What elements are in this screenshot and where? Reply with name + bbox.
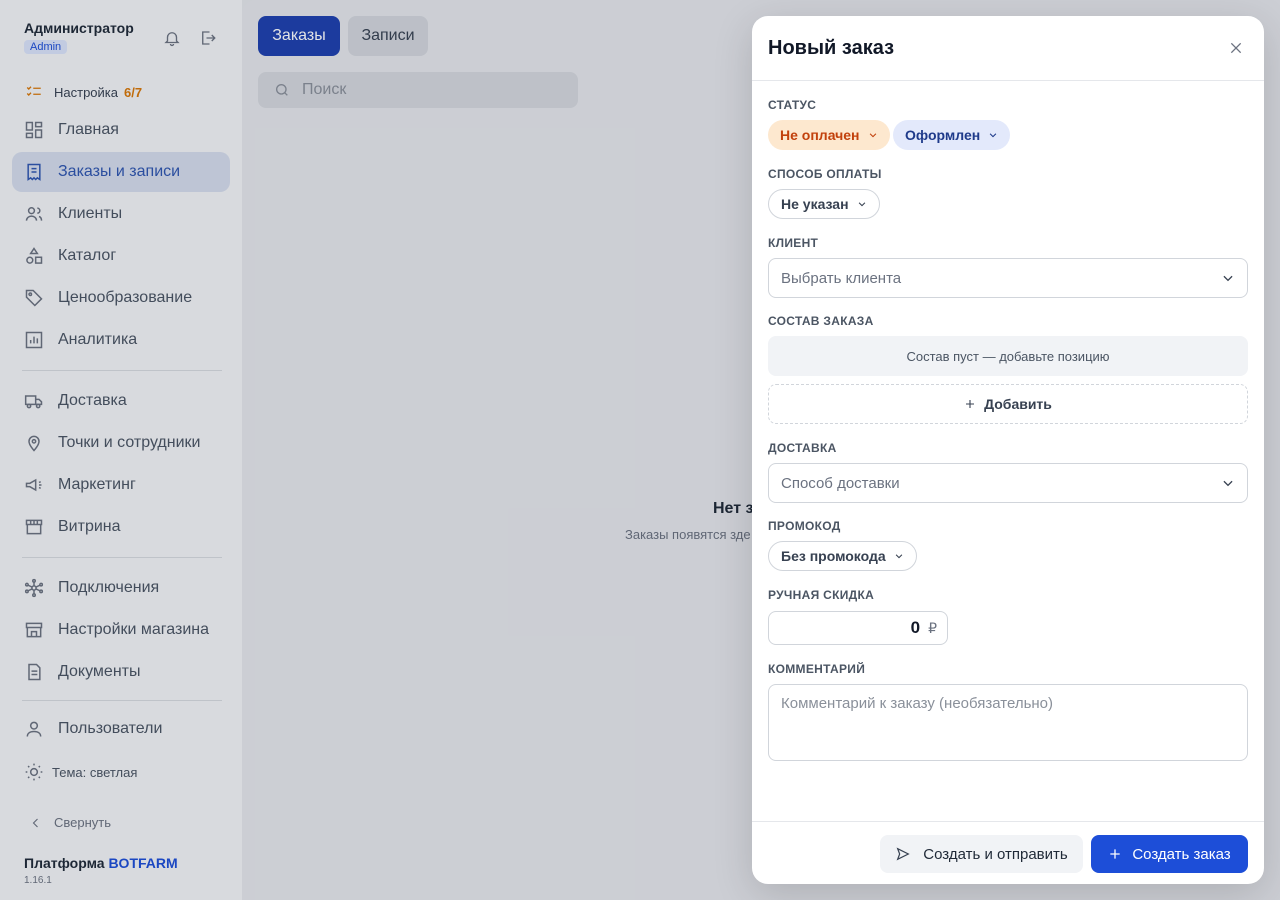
- discount-label: РУЧНАЯ СКИДКА: [768, 588, 875, 602]
- status-label: СТАТУС: [768, 98, 817, 112]
- create-order-label: Создать заказ: [1132, 845, 1231, 863]
- send-icon: [896, 847, 910, 861]
- close-button[interactable]: [1224, 36, 1248, 60]
- plus-icon: [1110, 849, 1120, 859]
- payment-method-dropdown[interactable]: Не указан: [768, 189, 880, 219]
- delivery-placeholder: Способ доставки: [781, 474, 900, 492]
- create-and-send-label: Создать и отправить: [923, 845, 1068, 863]
- comment-placeholder: Комментарий к заказу (необязательно): [781, 695, 1054, 712]
- order-status-dropdown[interactable]: Оформлен: [893, 120, 1011, 150]
- chevron-down-icon: [858, 202, 865, 207]
- discount-value: 0: [910, 618, 921, 637]
- order-items-empty: Состав пуст — добавьте позицию: [768, 336, 1248, 376]
- promo-label: ПРОМОКОД: [768, 519, 841, 533]
- comment-label: КОММЕНТАРИЙ: [768, 662, 866, 676]
- currency-symbol: ₽: [928, 619, 937, 636]
- payment-method-label: СПОСОБ ОПЛАТЫ: [768, 167, 882, 181]
- payment-status-dropdown[interactable]: Не оплачен: [768, 120, 890, 150]
- chevron-down-icon: [895, 554, 902, 559]
- client-label: КЛИЕНТ: [768, 236, 819, 250]
- promo-value: Без промокода: [781, 548, 886, 564]
- create-and-send-button[interactable]: Создать и отправить: [880, 835, 1083, 873]
- order-items-label: СОСТАВ ЗАКАЗА: [768, 314, 874, 328]
- order-status-value: Оформлен: [905, 127, 981, 143]
- chevron-down-icon: [989, 133, 997, 138]
- modal-title: Новый заказ: [768, 36, 895, 59]
- create-order-button[interactable]: Создать заказ: [1091, 835, 1248, 873]
- modal-header: Новый заказ: [752, 16, 1264, 81]
- close-icon: [1230, 42, 1242, 54]
- add-item-label: Добавить: [984, 396, 1052, 412]
- modal-footer: Создать и отправить Создать заказ: [752, 821, 1264, 884]
- client-placeholder: Выбрать клиента: [781, 269, 902, 287]
- add-item-button[interactable]: Добавить: [768, 384, 1248, 424]
- client-select[interactable]: Выбрать клиента: [768, 258, 1248, 298]
- comment-textarea[interactable]: Комментарий к заказу (необязательно): [768, 684, 1248, 761]
- payment-method-value: Не указан: [781, 196, 849, 212]
- delivery-label: ДОСТАВКА: [768, 441, 837, 455]
- chevron-down-icon: [1223, 480, 1233, 487]
- new-order-modal: Новый заказ СТАТУС Не оплачен Оформлен С…: [752, 16, 1264, 884]
- chevron-down-icon: [1223, 275, 1233, 282]
- plus-icon: [966, 400, 975, 408]
- discount-input[interactable]: 0 ₽: [768, 611, 948, 645]
- chevron-down-icon: [869, 133, 876, 138]
- promo-dropdown[interactable]: Без промокода: [768, 541, 917, 571]
- payment-status-value: Не оплачен: [780, 127, 860, 143]
- delivery-select[interactable]: Способ доставки: [768, 463, 1248, 503]
